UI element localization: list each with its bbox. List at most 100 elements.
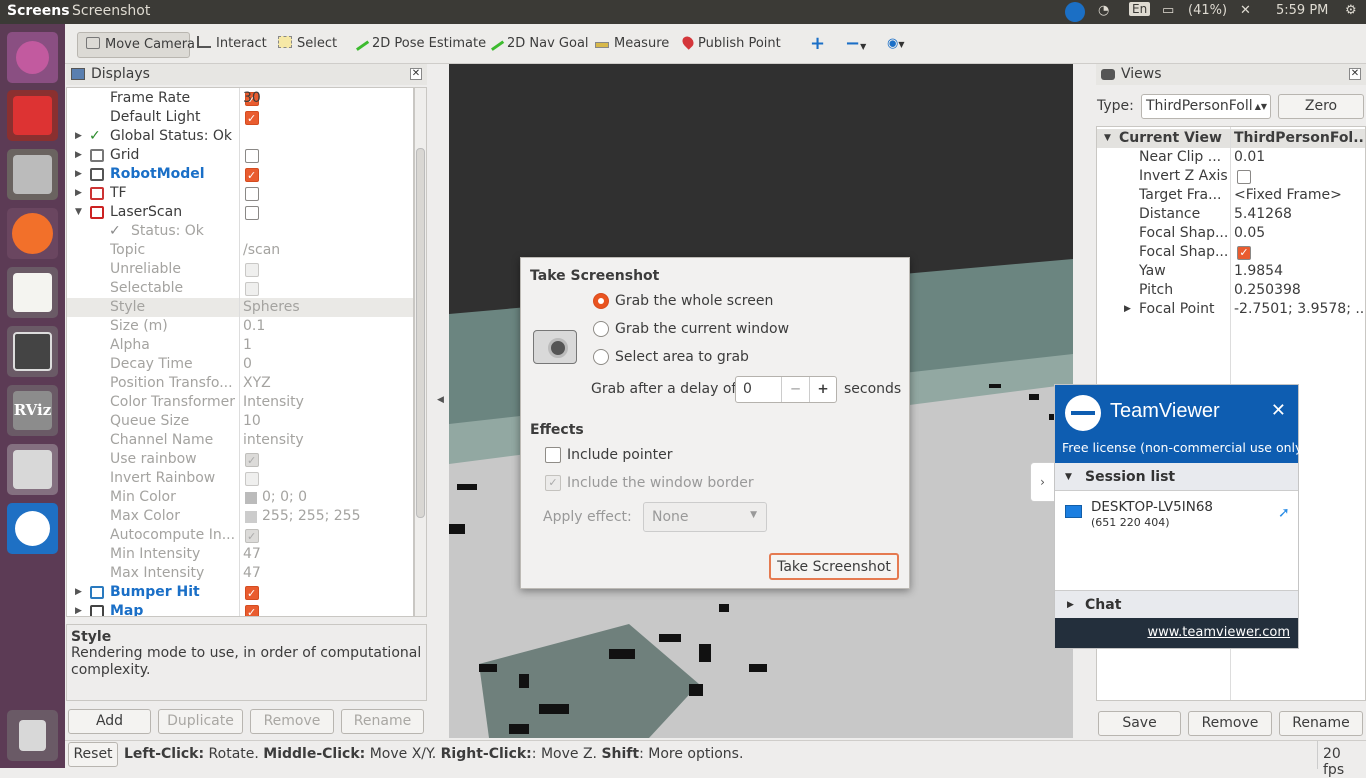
view-checkbox[interactable]: ✓ [1237,246,1251,260]
display-row-size-m[interactable]: Size (m) 0.1 [67,317,413,336]
view-row-near-clip[interactable]: Near Clip ... 0.01 [1097,148,1365,167]
close-icon[interactable]: ✕ [1349,68,1361,80]
display-checkbox[interactable] [245,527,259,546]
display-checkbox[interactable] [245,472,259,486]
view-row-pitch[interactable]: Pitch 0.250398 [1097,281,1365,300]
display-checkbox[interactable] [245,282,259,296]
zero-button[interactable]: Zero [1278,94,1364,119]
display-checkbox[interactable] [245,584,259,603]
include-pointer-checkbox[interactable] [545,447,561,463]
battery-icon[interactable]: ▭ [1162,3,1174,18]
display-row-queue-size[interactable]: Queue Size 10 [67,412,413,431]
expand-arrow-icon[interactable]: ▼ [1104,129,1111,148]
teamviewer-link[interactable]: www.teamviewer.com [1147,625,1290,640]
display-value[interactable]: 47 [243,545,411,564]
display-row-selectable[interactable]: Selectable [67,279,413,298]
rviz-icon[interactable]: RViz [7,385,58,436]
display-checkbox[interactable] [245,149,259,163]
display-row-min-color[interactable]: Min Color 0; 0; 0 [67,488,413,507]
display-checkbox[interactable] [245,109,259,128]
display-checkbox[interactable] [245,451,259,470]
display-row-alpha[interactable]: Alpha 1 [67,336,413,355]
display-value[interactable]: 30 [243,89,411,108]
volume-muted-icon[interactable]: ✕ [1240,3,1251,18]
add-tool-icon[interactable]: + [810,32,825,58]
display-value[interactable]: 0 [243,355,411,374]
view-row-yaw[interactable]: Yaw 1.9854 [1097,262,1365,281]
display-row-min-intensity[interactable]: Min Intensity 47 [67,545,413,564]
view-row-target-fra[interactable]: Target Fra... <Fixed Frame> [1097,186,1365,205]
view-property-value[interactable]: 1.9854 [1234,262,1364,281]
display-row-grid[interactable]: ▶ Grid [67,146,413,165]
view-row-focal-point[interactable]: ▶ Focal Point -2.7501; 3.9578; ... [1097,300,1365,319]
display-row-laserscan[interactable]: ▼ LaserScan [67,203,413,222]
display-row-position-transfo[interactable]: Position Transfo... XYZ [67,374,413,393]
display-row-default-light[interactable]: Default Light [67,108,413,128]
add-button[interactable]: Add [68,709,151,734]
delay-spinner[interactable]: 0 − + [735,376,837,403]
view-property-value[interactable]: <Fixed Frame> [1234,186,1364,205]
duplicate-button[interactable]: Duplicate [158,709,243,734]
gear-icon[interactable]: ⚙ [1345,3,1357,18]
display-value[interactable]: 1 [243,336,411,355]
display-row-use-rainbow[interactable]: Use rainbow [67,450,413,470]
view-property-value[interactable]: -2.7501; 3.9578; ... [1234,300,1364,319]
expand-arrow-icon[interactable]: ▼ [75,203,82,222]
screenshot-icon[interactable] [7,444,58,495]
expand-arrow-icon[interactable]: ▶ [75,602,82,616]
language-indicator[interactable]: En [1129,2,1151,16]
grab-current-window-label[interactable]: Grab the current window [615,321,789,337]
close-icon[interactable]: ✕ [410,68,422,80]
trash-icon[interactable] [7,710,58,761]
display-row-robotmodel[interactable]: ▶ RobotModel [67,165,413,185]
display-value[interactable]: Spheres [243,298,411,317]
color-swatch[interactable] [245,511,257,523]
display-checkbox[interactable] [245,206,259,220]
ubuntu-icon[interactable] [7,32,58,83]
display-value[interactable]: Intensity [243,393,411,412]
wifi-icon[interactable]: ◔ [1098,3,1109,18]
display-row-status-ok[interactable]: ✓ Status: Ok [67,222,413,241]
rename-view-button[interactable]: Rename [1279,711,1363,736]
view-property-value[interactable]: 0.250398 [1234,281,1364,300]
expand-arrow-icon[interactable]: ▶ [75,583,82,602]
expand-arrow-icon[interactable]: ▶ [1124,300,1131,319]
reset-button[interactable]: Reset [68,742,118,767]
grab-current-window-radio[interactable] [593,321,609,337]
decrease-delay-button[interactable]: − [781,377,809,402]
expand-arrow-icon[interactable]: ▶ [75,127,82,146]
view-property-value[interactable]: 0.01 [1234,148,1364,167]
scrollbar-thumb[interactable] [416,148,425,518]
color-swatch[interactable] [245,492,257,504]
include-border-checkbox[interactable]: ✓ [545,475,561,491]
display-row-frame-rate[interactable]: Frame Rate 30 [67,89,413,109]
pose-estimate-button[interactable]: 2D Pose Estimate [350,32,486,58]
text-editor-icon[interactable] [7,267,58,318]
measure-button[interactable]: Measure [595,32,669,58]
terminal-icon[interactable] [7,90,58,141]
displays-scrollbar[interactable] [414,87,427,617]
clock[interactable]: 5:59 PM [1276,3,1328,18]
nav-goal-button[interactable]: 2D Nav Goal [485,32,589,58]
display-value[interactable]: 47 [243,564,411,583]
teamviewer-icon[interactable] [7,503,58,554]
display-value[interactable]: XYZ [243,374,411,393]
session-list-header[interactable]: ▼ Session list [1055,463,1298,491]
move-camera-button[interactable]: Move Camera [77,32,195,58]
display-row-autocompute-in[interactable]: Autocompute In... [67,526,413,546]
display-checkbox[interactable] [245,166,259,185]
eye-icon[interactable]: ◉▼ [887,32,905,58]
view-property-value[interactable]: 5.41268 [1234,205,1364,224]
expand-arrow-icon[interactable]: ▶ [75,146,82,165]
view-type-select[interactable]: ThirdPersonFoll ▲▼ [1141,94,1271,119]
publish-point-button[interactable]: Publish Point [680,32,781,58]
display-row-max-color[interactable]: Max Color 255; 255; 255 [67,507,413,526]
expand-arrow-icon[interactable]: ▶ [75,184,82,203]
display-checkbox[interactable] [245,603,259,616]
device-name[interactable]: DESKTOP-LV5IN68 [1091,499,1213,515]
increase-delay-button[interactable]: + [809,377,836,402]
display-row-decay-time[interactable]: Decay Time 0 [67,355,413,374]
display-row-topic[interactable]: Topic/scan [67,241,413,260]
battery-percent[interactable]: (41%) [1188,3,1227,18]
display-value[interactable]: /scan [243,241,411,260]
